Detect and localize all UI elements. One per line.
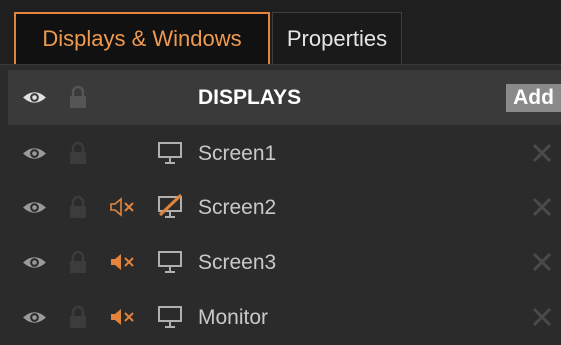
eye-icon[interactable] (22, 195, 47, 220)
display-name: Monitor (198, 306, 269, 329)
monitor-icon (158, 251, 182, 273)
lock-icon[interactable] (68, 141, 88, 165)
display-row-screen1[interactable]: Screen1 (8, 126, 561, 181)
lock-icon[interactable] (68, 85, 88, 109)
eye-icon[interactable] (22, 305, 47, 330)
display-row-monitor[interactable]: Monitor (8, 290, 561, 345)
displays-header-row: DISPLAYS Add (8, 70, 561, 125)
tab-displays-windows[interactable]: Displays & Windows (14, 12, 270, 64)
lock-icon[interactable] (68, 305, 88, 329)
display-name: Screen1 (198, 142, 277, 165)
delete-icon[interactable] (532, 307, 552, 327)
display-name: Screen3 (198, 251, 277, 274)
speaker-muted-icon[interactable] (109, 252, 137, 272)
delete-icon[interactable] (532, 252, 552, 272)
display-row-screen2[interactable]: Screen2 (8, 180, 561, 235)
delete-icon[interactable] (532, 197, 552, 217)
displays-header-label: DISPLAYS (198, 86, 302, 109)
eye-icon[interactable] (22, 85, 47, 110)
delete-icon[interactable] (532, 143, 552, 163)
displays-panel: Displays & Windows Properties DISPLAYS A… (0, 0, 561, 345)
eye-icon[interactable] (22, 250, 47, 275)
tab-properties[interactable]: Properties (272, 12, 402, 64)
monitor-icon (158, 142, 182, 164)
eye-icon[interactable] (22, 141, 47, 166)
monitor-warning-icon (158, 194, 183, 218)
speaker-muted-icon[interactable] (109, 197, 137, 217)
lock-icon[interactable] (68, 250, 88, 274)
speaker-muted-icon[interactable] (109, 307, 137, 327)
display-row-screen3[interactable]: Screen3 (8, 235, 561, 290)
lock-icon[interactable] (68, 195, 88, 219)
display-name: Screen2 (198, 196, 277, 219)
tab-bar: Displays & Windows Properties (0, 0, 561, 65)
monitor-icon (158, 306, 182, 328)
add-display-button[interactable]: Add (506, 84, 561, 112)
